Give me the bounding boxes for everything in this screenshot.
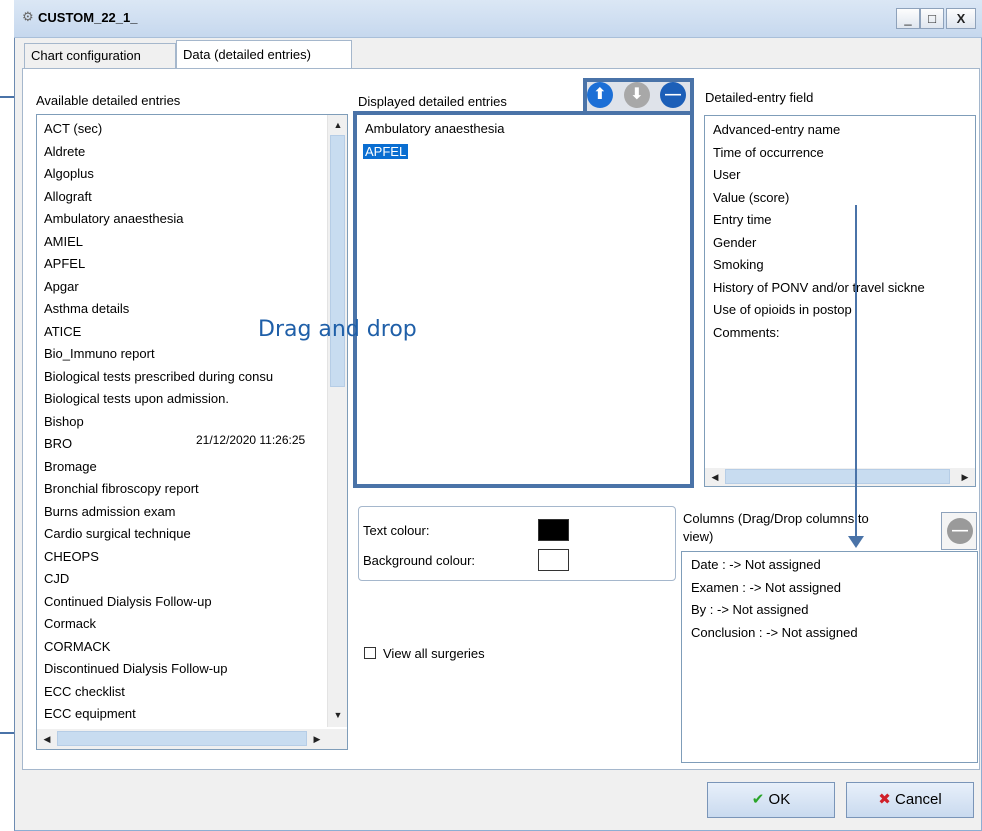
remove-column-button[interactable]: — <box>941 512 977 550</box>
annotation-arrow-line <box>855 205 857 542</box>
remove-icon: — <box>947 518 973 544</box>
list-item[interactable]: Biological tests prescribed during consu <box>37 366 347 389</box>
list-item[interactable]: ECC checklist <box>37 681 347 704</box>
list-item[interactable]: CORMACK <box>37 636 347 659</box>
list-item[interactable]: ECC equipment <box>37 703 347 726</box>
scrollbar-thumb[interactable] <box>57 731 307 746</box>
cross-icon: ✖ <box>878 791 891 808</box>
minimize-button[interactable]: _ <box>896 8 920 29</box>
cancel-button[interactable]: ✖ Cancel <box>846 782 974 818</box>
check-icon: ✔ <box>751 791 765 808</box>
ok-button[interactable]: ✔ OK <box>707 782 835 818</box>
toolbar-highlight-frame <box>583 78 694 115</box>
view-all-label: View all surgeries <box>383 646 485 661</box>
list-item[interactable]: Burns admission exam <box>37 501 347 524</box>
text-colour-swatch[interactable] <box>538 519 569 541</box>
list-item[interactable]: Bishop <box>37 411 347 434</box>
list-item[interactable]: Cardio surgical technique <box>37 523 347 546</box>
detailed-entry-field-list[interactable]: Advanced-entry name Time of occurrence Use… <box>704 115 976 487</box>
available-entries-label: Available detailed entries <box>36 93 181 108</box>
list-item[interactable]: Use of opioids in postop <box>705 299 975 322</box>
available-entries-list[interactable]: ACT (sec) Aldrete Algoplus Allograft Ambulat… <box>36 114 348 750</box>
background-colour-label: Background colour: <box>363 553 476 568</box>
colour-group <box>358 506 676 581</box>
list-item[interactable]: Ambulatory anaesthesia <box>37 208 347 231</box>
close-button[interactable]: X <box>946 8 976 29</box>
title-bar <box>14 0 982 38</box>
tab-chart-configuration[interactable]: Chart configuration <box>24 43 176 69</box>
maximize-button[interactable]: □ <box>920 8 944 29</box>
list-item[interactable]: CJD <box>37 568 347 591</box>
list-item[interactable]: Date : -> Not assigned <box>682 554 977 577</box>
list-item[interactable]: Entry time <box>705 209 975 232</box>
list-item[interactable]: Smoking <box>705 254 975 277</box>
scroll-right-icon[interactable]: ▶ <box>309 731 325 747</box>
window-title: CUSTOM_22_1_ <box>38 10 138 25</box>
background-colour-swatch[interactable] <box>538 549 569 571</box>
annotation-arrow-head <box>848 536 864 548</box>
tab-data-detailed-entries[interactable]: Data (detailed entries) <box>176 40 352 69</box>
list-item[interactable]: User <box>705 164 975 187</box>
list-item[interactable]: Bronchial fibroscopy report <box>37 478 347 501</box>
list-item[interactable]: Bio_Immuno report <box>37 343 347 366</box>
list-item[interactable]: History of PONV and/or travel sickne <box>705 277 975 300</box>
scroll-left-icon[interactable]: ◀ <box>707 469 723 485</box>
displayed-highlight-frame <box>353 111 694 488</box>
list-item[interactable]: Aldrete <box>37 141 347 164</box>
list-item[interactable]: Discontinued Dialysis Follow-up <box>37 658 347 681</box>
list-item[interactable]: AMIEL <box>37 231 347 254</box>
list-item[interactable]: Examen : -> Not assigned <box>682 577 977 600</box>
view-all-checkbox[interactable] <box>364 647 376 659</box>
list-item[interactable]: Comments: <box>705 322 975 345</box>
scroll-right-icon[interactable]: ▶ <box>957 469 973 485</box>
list-item[interactable]: Value (score) <box>705 187 975 210</box>
list-item[interactable]: Algoplus <box>37 163 347 186</box>
list-item[interactable]: Biological tests upon admission. <box>37 388 347 411</box>
list-item[interactable]: Advanced-entry name <box>705 119 975 142</box>
field-horizontal-scrollbar[interactable]: ◀ ▶ <box>705 468 975 486</box>
list-item[interactable]: Apgar <box>37 276 347 299</box>
list-item[interactable]: CHEOPS <box>37 546 347 569</box>
list-item[interactable]: Conclusion : -> Not assigned <box>682 622 977 645</box>
scroll-up-icon[interactable]: ▲ <box>330 117 346 133</box>
drag-and-drop-annotation: Drag and drop <box>258 317 417 342</box>
list-item[interactable]: Cormack <box>37 613 347 636</box>
scroll-down-icon[interactable]: ▼ <box>330 707 346 723</box>
list-item[interactable]: By : -> Not assigned <box>682 599 977 622</box>
list-item[interactable]: ACT (sec) <box>37 118 347 141</box>
scroll-left-icon[interactable]: ◀ <box>39 731 55 747</box>
scrollbar-thumb[interactable] <box>725 469 950 484</box>
detailed-entry-field-label: Detailed-entry field <box>705 90 814 105</box>
list-item[interactable]: APFEL <box>37 253 347 276</box>
columns-list[interactable]: Date : -> Not assigned Examen : -> Not as… <box>681 551 978 763</box>
timestamp-text: 21/12/2020 11:26:25 <box>196 433 306 447</box>
list-item[interactable]: Gender <box>705 232 975 255</box>
available-horizontal-scrollbar[interactable]: ◀ ▶ <box>37 729 347 749</box>
columns-label: Columns (Drag/Drop columns to view) <box>683 511 869 544</box>
available-vertical-scrollbar[interactable]: ▲ ▼ <box>327 115 347 727</box>
gear-icon: ⚙ <box>22 9 34 24</box>
text-colour-label: Text colour: <box>363 523 430 538</box>
list-item[interactable]: Continued Dialysis Follow-up <box>37 591 347 614</box>
scrollbar-thumb[interactable] <box>330 135 345 387</box>
list-item[interactable]: Time of occurrence <box>705 142 975 165</box>
displayed-entries-label: Displayed detailed entries <box>358 94 507 109</box>
list-item[interactable]: Bromage <box>37 456 347 479</box>
list-item[interactable]: Allograft <box>37 186 347 209</box>
